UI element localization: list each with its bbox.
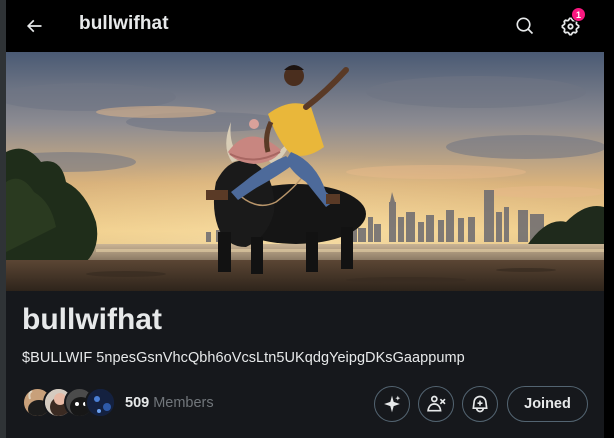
add-person-icon	[427, 395, 446, 412]
notifications-button[interactable]	[462, 386, 498, 422]
bell-plus-icon	[472, 395, 488, 413]
top-bar: bullwifhat 1	[6, 0, 604, 52]
member-count: 509	[125, 395, 150, 411]
sparkle-icon	[384, 395, 401, 413]
community-banner	[6, 52, 604, 291]
right-edge	[604, 52, 614, 438]
members-link[interactable]: 509 Members	[22, 386, 214, 420]
banner-image	[6, 52, 604, 291]
app-frame: bullwifhat 1 bullwifhat $BULLWIF 5npesGs…	[0, 0, 614, 438]
invite-button[interactable]	[418, 386, 454, 422]
community-description: $BULLWIF 5npesGsnVhcQbh6oVcsLtn5UKqdgYei…	[22, 350, 465, 366]
back-button[interactable]	[18, 10, 50, 42]
member-avatars	[22, 387, 117, 419]
search-button[interactable]	[509, 10, 541, 42]
member-avatar	[85, 387, 116, 418]
notification-badge: 1	[571, 7, 586, 22]
arrow-left-icon	[26, 19, 42, 33]
grok-button[interactable]	[374, 386, 410, 422]
community-info: bullwifhat $BULLWIF 5npesGsnVhcQbh6oVcsL…	[6, 291, 604, 438]
page-title: bullwifhat	[79, 13, 169, 34]
community-name: bullwifhat	[22, 303, 162, 336]
search-icon	[516, 17, 534, 35]
member-label: Members	[153, 395, 214, 411]
joined-button[interactable]: Joined	[507, 386, 588, 422]
